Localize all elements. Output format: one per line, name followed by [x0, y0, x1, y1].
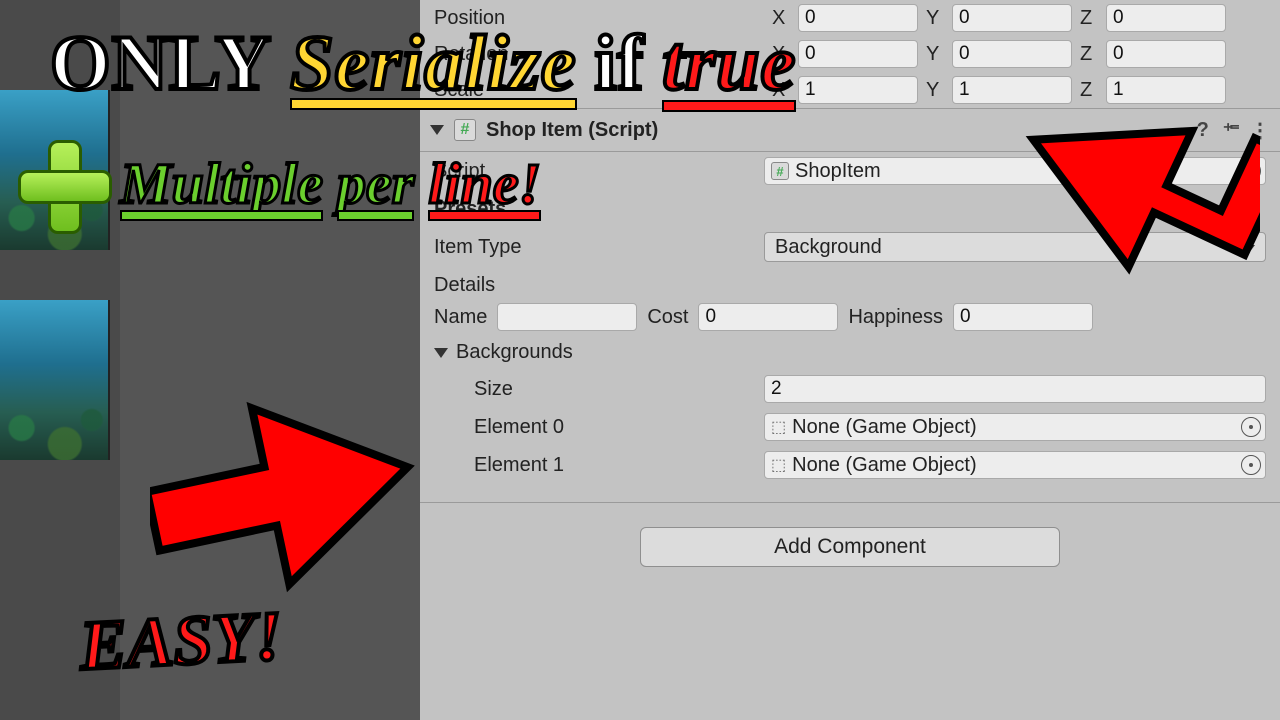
presets-label: Presets	[434, 198, 764, 221]
transform-rotation-row: Rotation X Y Z	[420, 36, 1280, 72]
object-picker-icon[interactable]	[1241, 417, 1261, 437]
object-picker-icon[interactable]	[1241, 161, 1261, 181]
rotation-z-input[interactable]	[1106, 40, 1226, 68]
transform-scale-row: Scale X Y Z	[420, 72, 1280, 108]
item-type-value: Background	[775, 236, 882, 259]
backgrounds-label: Backgrounds	[456, 341, 573, 364]
element1-label: Element 1	[434, 454, 764, 477]
script-row: Script # ShopItem	[420, 152, 1280, 190]
element1-object-field[interactable]: ⬚ None (Game Object)	[764, 451, 1266, 479]
item-type-row: Item Type Background	[420, 228, 1280, 266]
rotation-label: Rotation	[434, 43, 764, 66]
cost-label: Cost	[647, 306, 688, 329]
foldout-icon[interactable]	[430, 125, 444, 135]
backgrounds-size-row: Size	[420, 370, 1280, 408]
scale-z-input[interactable]	[1106, 76, 1226, 104]
backgrounds-foldout[interactable]: Backgrounds	[420, 335, 1280, 370]
presets-row: Presets	[420, 190, 1280, 228]
script-icon: #	[454, 119, 476, 141]
position-x-input[interactable]	[798, 4, 918, 32]
rotation-y-input[interactable]	[952, 40, 1072, 68]
add-component-area: Add Component	[420, 502, 1280, 591]
gameobject-icon: ⬚	[771, 455, 786, 475]
details-row: Name Cost Happiness	[420, 299, 1280, 335]
position-label: Position	[434, 7, 764, 30]
kebab-menu-icon[interactable]: ⋮	[1250, 118, 1270, 143]
script-object-field[interactable]: # ShopItem	[764, 157, 1266, 185]
element0-object-field[interactable]: ⬚ None (Game Object)	[764, 413, 1266, 441]
element0-label: Element 0	[434, 416, 764, 439]
element1-value: None (Game Object)	[792, 454, 977, 477]
happiness-label: Happiness	[848, 306, 943, 329]
position-z-input[interactable]	[1106, 4, 1226, 32]
script-label: Script	[434, 160, 764, 183]
name-input[interactable]	[497, 303, 637, 331]
axis-y-label: Y	[926, 7, 944, 30]
component-title: Shop Item (Script)	[486, 119, 658, 142]
script-icon: #	[771, 162, 789, 180]
scale-label: Scale	[434, 79, 764, 102]
scene-preview-column	[0, 0, 120, 720]
inspector-panel: Position X Y Z Rotation X Y Z Scale X Y …	[420, 0, 1280, 720]
scene-thumbnail	[0, 300, 110, 460]
help-icon[interactable]: ?	[1197, 119, 1209, 142]
script-value: ShopItem	[795, 160, 881, 183]
scale-x-input[interactable]	[798, 76, 918, 104]
subline-multiple: Multiple	[120, 150, 323, 217]
rotation-x-input[interactable]	[798, 40, 918, 68]
component-header-shop-item[interactable]: # Shop Item (Script) ? ⁺⁼ ⋮	[420, 108, 1280, 152]
axis-z-label: Z	[1080, 7, 1098, 30]
gameobject-icon: ⬚	[771, 417, 786, 437]
details-header: Details	[420, 266, 1280, 299]
transform-position-row: Position X Y Z	[420, 0, 1280, 36]
add-component-button[interactable]: Add Component	[640, 527, 1060, 567]
cost-input[interactable]	[698, 303, 838, 331]
position-y-input[interactable]	[952, 4, 1072, 32]
element0-value: None (Game Object)	[792, 416, 977, 439]
item-type-label: Item Type	[434, 236, 764, 259]
arrow-icon	[150, 380, 450, 600]
size-input[interactable]	[764, 375, 1266, 403]
name-label: Name	[434, 306, 487, 329]
preset-icon[interactable]: ⁺⁼	[1223, 118, 1236, 143]
subline-per: per	[337, 150, 414, 217]
happiness-input[interactable]	[953, 303, 1093, 331]
scale-y-input[interactable]	[952, 76, 1072, 104]
backgrounds-element-row: Element 1 ⬚ None (Game Object)	[420, 446, 1280, 484]
size-label: Size	[434, 378, 764, 401]
axis-x-label: X	[772, 7, 790, 30]
item-type-dropdown[interactable]: Background	[764, 232, 1266, 262]
object-picker-icon[interactable]	[1241, 455, 1261, 475]
backgrounds-element-row: Element 0 ⬚ None (Game Object)	[420, 408, 1280, 446]
scene-thumbnail	[0, 90, 110, 250]
foldout-icon[interactable]	[434, 348, 448, 358]
